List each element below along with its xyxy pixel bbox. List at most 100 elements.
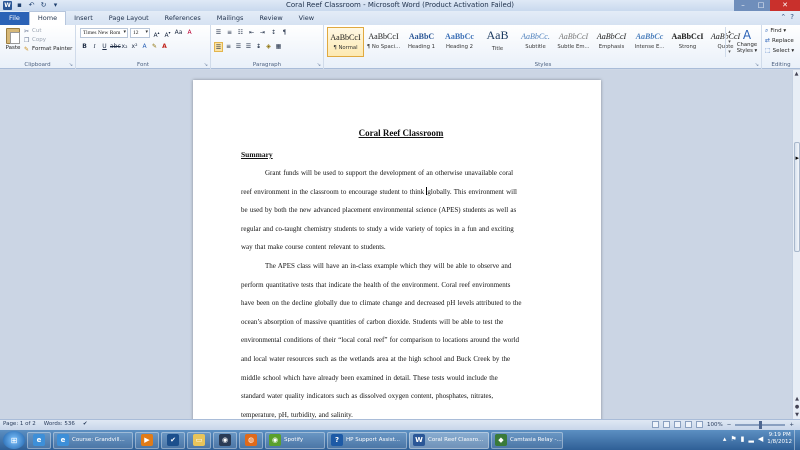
decrease-indent-icon[interactable]: ⇤ [247, 28, 256, 38]
style-title[interactable]: AaB Title [479, 27, 516, 57]
minimize-button[interactable]: – [734, 0, 752, 11]
show-desktop-button[interactable] [794, 430, 800, 450]
next-page-icon[interactable]: ▼ [793, 411, 800, 419]
format-painter-button[interactable]: ✎ Format Painter [24, 45, 72, 54]
font-size-select[interactable]: 12 ▾ [130, 28, 150, 38]
full-screen-view-icon[interactable] [663, 421, 671, 428]
underline-button[interactable]: U [100, 42, 109, 52]
taskbar-item[interactable]: e Course: Grandvill... [53, 431, 133, 449]
taskbar-item[interactable]: ◉ [213, 431, 237, 449]
proofing-icon[interactable]: ✔ [83, 421, 88, 427]
bullets-icon[interactable]: ☰ [214, 28, 223, 38]
tab-review[interactable]: Review [251, 12, 290, 25]
align-right-icon[interactable]: ☰ [234, 42, 243, 52]
show-marks-icon[interactable]: ¶ [280, 28, 289, 38]
taskbar-item[interactable]: ◆ Camtasia Relay -... [491, 431, 563, 449]
taskbar-item[interactable]: ✔ [161, 431, 185, 449]
show-hidden-icons-icon[interactable]: ▴ [723, 435, 727, 443]
zoom-out-icon[interactable]: − [727, 422, 732, 428]
taskbar-item[interactable]: ▭ [187, 431, 211, 449]
draft-view-icon[interactable] [696, 421, 704, 428]
highlight-icon[interactable]: ✎ [150, 42, 159, 52]
minimize-ribbon-icon[interactable]: ⌃ [780, 13, 786, 21]
style-heading-2[interactable]: AaBbCc Heading 2 [441, 27, 478, 57]
print-layout-view-icon[interactable] [652, 421, 660, 428]
flag-icon[interactable]: ⚑ [730, 435, 736, 443]
dialog-launcher-icon[interactable]: ↘ [204, 62, 208, 68]
align-center-icon[interactable]: ≡ [224, 42, 233, 52]
style-no-spacing[interactable]: AaBbCcI ¶ No Spaci... [365, 27, 402, 57]
document-page[interactable]: Coral Reef Classroom Summary Grant funds… [193, 80, 601, 419]
volume-icon[interactable]: ◀ [758, 435, 763, 443]
styles-gallery-scroll[interactable]: ▴ ▾ ▾ [725, 27, 733, 57]
replace-button[interactable]: ⇄ Replace [765, 36, 794, 46]
bold-button[interactable]: B [80, 42, 89, 52]
taskbar-item[interactable]: e [27, 431, 51, 449]
word-count[interactable]: Words: 536 [44, 421, 75, 427]
style-subtle-emphasis[interactable]: AaBbCcI Subtle Em... [555, 27, 592, 57]
close-button[interactable]: ✕ [770, 0, 800, 11]
grow-font-icon[interactable]: A▴ [152, 28, 161, 39]
align-left-icon[interactable]: ☰ [214, 42, 223, 52]
subscript-button[interactable]: x₂ [120, 42, 129, 52]
tab-file[interactable]: File [0, 12, 29, 25]
font-color-icon[interactable]: A [160, 42, 169, 52]
vertical-scrollbar[interactable]: ▲ ▲ ● ▼ [792, 70, 800, 419]
style-emphasis[interactable]: AaBbCcI Emphasis [593, 27, 630, 57]
zoom-in-icon[interactable]: + [789, 422, 794, 428]
select-button[interactable]: ⬚ Select ▾ [765, 46, 794, 56]
tab-home[interactable]: Home [28, 11, 67, 25]
taskbar-item[interactable]: ◉ Spotify [265, 431, 325, 449]
outline-view-icon[interactable] [685, 421, 693, 428]
cut-button[interactable]: ✂ Cut [24, 27, 72, 36]
taskbar-item[interactable]: ? HP Support Assist... [327, 431, 407, 449]
tab-page-layout[interactable]: Page Layout [101, 12, 157, 25]
find-button[interactable]: ⌕ Find ▾ [765, 26, 794, 36]
zoom-slider[interactable] [735, 420, 786, 429]
tab-view[interactable]: View [291, 12, 322, 25]
zoom-level[interactable]: 100% [707, 422, 723, 428]
taskbar-item[interactable]: ◍ [239, 431, 263, 449]
style-subtitle[interactable]: AaBbCc. Subtitle [517, 27, 554, 57]
page-count[interactable]: Page: 1 of 2 [3, 421, 36, 427]
multilevel-list-icon[interactable]: ☷ [236, 28, 245, 38]
taskbar-item[interactable]: W Coral Reef Classro... [409, 431, 489, 449]
start-button[interactable]: ⊞ [3, 431, 25, 449]
page-body[interactable]: Coral Reef Classroom Summary Grant funds… [241, 126, 561, 419]
dialog-launcher-icon[interactable]: ↘ [755, 62, 759, 68]
style-normal[interactable]: AaBbCcI ¶ Normal [327, 27, 364, 57]
change-case-icon[interactable]: Aa [174, 28, 183, 38]
font-name-select[interactable]: Times New Rom ▾ [80, 28, 128, 38]
style-heading-1[interactable]: AaBbC Heading 1 [403, 27, 440, 57]
dialog-launcher-icon[interactable]: ↘ [69, 62, 73, 68]
change-styles-button[interactable]: A Change Styles ▾ [735, 28, 759, 54]
tab-insert[interactable]: Insert [66, 12, 101, 25]
maximize-button[interactable]: □ [752, 0, 770, 11]
shading-icon[interactable]: ◈ [264, 42, 273, 52]
style-strong[interactable]: AaBbCcI Strong [669, 27, 706, 57]
italic-button[interactable]: I [90, 42, 99, 52]
clock[interactable]: 9:19 PM 1/8/2012 [767, 432, 792, 446]
paste-button[interactable]: Paste [3, 28, 23, 51]
strikethrough-button[interactable]: abc [110, 42, 121, 52]
sort-icon[interactable]: ↕ [269, 28, 278, 38]
justify-icon[interactable]: ☰ [244, 42, 253, 52]
increase-indent-icon[interactable]: ⇥ [258, 28, 267, 38]
text-effects-icon[interactable]: A [140, 42, 149, 52]
network-icon[interactable]: ▂ [749, 435, 754, 443]
tab-references[interactable]: References [157, 12, 209, 25]
tab-mailings[interactable]: Mailings [209, 12, 252, 25]
line-spacing-icon[interactable]: ↨ [254, 42, 263, 52]
shrink-font-icon[interactable]: A▾ [163, 28, 172, 39]
borders-icon[interactable]: ▦ [274, 42, 283, 52]
copy-button[interactable]: ❐ Copy [24, 36, 72, 45]
dialog-launcher-icon[interactable]: ↘ [317, 62, 321, 68]
superscript-button[interactable]: x² [130, 42, 139, 52]
previous-page-icon[interactable]: ▲ [793, 395, 800, 403]
help-icon[interactable]: ? [790, 13, 794, 21]
style-intense-emphasis[interactable]: AaBbCc Intense E... [631, 27, 668, 57]
numbering-icon[interactable]: ≡ [225, 28, 234, 38]
browse-object-icon[interactable]: ● [793, 403, 800, 411]
clear-formatting-icon[interactable]: A [185, 28, 194, 38]
scroll-up-icon[interactable]: ▲ [793, 70, 800, 78]
